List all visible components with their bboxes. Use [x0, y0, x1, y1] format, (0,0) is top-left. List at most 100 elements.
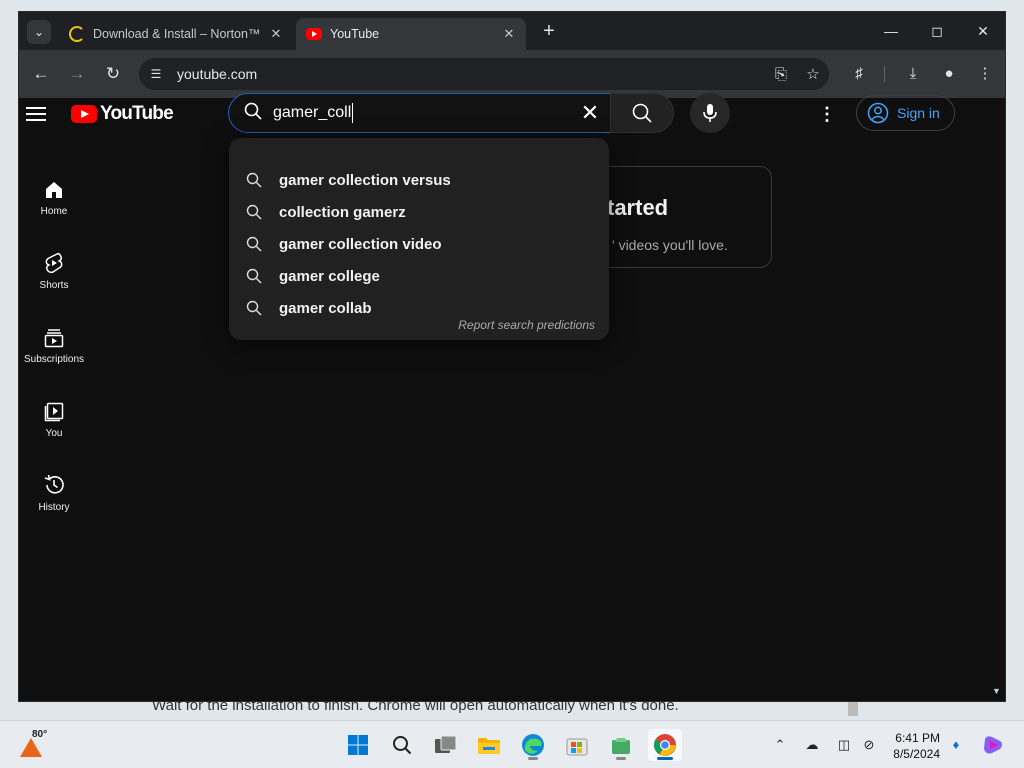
address-bar[interactable]: ☰ youtube.com ⎘ ☆: [139, 58, 829, 90]
show-hidden-icons-chevron-icon[interactable]: ⌃: [770, 735, 790, 755]
sidebar-item-home[interactable]: Home: [18, 174, 90, 234]
copilot-icon[interactable]: [982, 735, 1002, 755]
sidebar-item-label: You: [45, 428, 63, 439]
logo-text: YouTube: [100, 103, 174, 124]
file-explorer-button[interactable]: [472, 729, 506, 761]
search-icon: [246, 172, 262, 188]
search-suggestions-dropdown: gamer collection versus collection gamer…: [229, 138, 609, 340]
windows-taskbar: 80° ⌃ ☁ ◫ ⊘ 6:41 PM 8/5/2024 ♦: [0, 720, 1024, 768]
system-clock[interactable]: 6:41 PM 8/5/2024: [886, 730, 940, 762]
sidebar-item-label: Home: [40, 206, 68, 217]
clear-search-icon[interactable]: ✕: [570, 93, 610, 133]
chrome-icon: [654, 734, 676, 756]
search-icon: [246, 300, 262, 316]
search-icon: [393, 736, 412, 755]
maximize-button[interactable]: ◻: [922, 20, 952, 44]
suggestion-item[interactable]: gamer college: [229, 260, 609, 292]
volume-mute-icon[interactable]: ⊘: [859, 735, 879, 755]
reload-button[interactable]: ↻: [101, 62, 125, 86]
forward-button[interactable]: →: [65, 62, 89, 86]
windows-start-icon: [348, 735, 368, 755]
task-view-button[interactable]: [429, 729, 463, 761]
toolbar-divider: [884, 66, 885, 82]
close-window-button[interactable]: ✕: [968, 20, 998, 44]
subscriptions-icon: [44, 329, 64, 348]
folder-icon: [478, 738, 500, 754]
site-settings-icon[interactable]: ☰: [145, 63, 167, 85]
app-icon: [612, 738, 630, 754]
sidebar-item-label: History: [38, 502, 70, 513]
chrome-button[interactable]: [648, 729, 682, 761]
tab-title: Download & Install – Norton™: [93, 27, 261, 41]
text-caret: [352, 103, 354, 123]
chevron-down-icon: ⌄: [33, 25, 45, 39]
scroll-down-arrow-icon[interactable]: ▼: [992, 686, 1022, 696]
temperature-text: 80°: [32, 729, 48, 740]
suggestion-item[interactable]: collection gamerz: [229, 196, 609, 228]
suggestion-text: gamer collection video: [279, 235, 442, 253]
install-app-icon[interactable]: ⎘: [765, 66, 797, 83]
notification-bell-icon[interactable]: ♦: [946, 735, 966, 755]
sidebar-item-label: Subscriptions: [23, 354, 85, 365]
search-input[interactable]: gamer_coll ✕: [228, 93, 611, 133]
suggestion-item[interactable]: gamer collection video: [229, 228, 609, 260]
sidebar-item-history[interactable]: History: [18, 470, 90, 530]
minimize-button[interactable]: —: [876, 20, 906, 44]
running-indicator: [616, 757, 626, 760]
search-icon: [246, 204, 262, 220]
start-button[interactable]: [341, 729, 375, 761]
tab-youtube[interactable]: YouTube ✕: [296, 18, 526, 50]
search-icon: [233, 102, 273, 125]
youtube-logo[interactable]: YouTube: [71, 103, 174, 125]
store-icon: [566, 738, 588, 756]
bookmark-star-icon[interactable]: ☆: [797, 65, 829, 83]
home-icon: [46, 182, 62, 198]
youtube-favicon-icon: [306, 28, 322, 40]
tab-norton[interactable]: Download & Install – Norton™ ✕: [59, 18, 293, 50]
sidebar-item-subscriptions[interactable]: Subscriptions: [18, 322, 90, 382]
download-icon[interactable]: ⤓: [901, 62, 925, 86]
task-view-icon: [435, 735, 457, 753]
chrome-menu-icon[interactable]: ⋮: [973, 62, 997, 86]
sidebar-item-label: Shorts: [39, 280, 69, 291]
tab-strip: ⌄ Download & Install – Norton™ ✕ YouTube…: [19, 12, 1005, 50]
sidebar-item-you[interactable]: You: [18, 396, 90, 456]
new-tab-button[interactable]: +: [537, 20, 561, 44]
search-icon: [632, 103, 652, 123]
close-tab-icon[interactable]: ✕: [498, 26, 520, 42]
clock-date: 8/5/2024: [893, 747, 940, 761]
report-search-predictions-link[interactable]: Report search predictions: [458, 318, 595, 332]
display-icon[interactable]: ◫: [834, 735, 854, 755]
taskbar-search-button[interactable]: [385, 729, 419, 761]
voice-search-button[interactable]: [690, 93, 730, 133]
hamburger-menu-icon[interactable]: [24, 104, 48, 128]
app-button[interactable]: [604, 729, 638, 761]
clock-time: 6:41 PM: [895, 731, 940, 745]
sign-in-button[interactable]: Sign in: [856, 95, 955, 131]
shorts-icon: [45, 252, 63, 274]
back-button[interactable]: ←: [29, 62, 53, 86]
sidebar-item-shorts[interactable]: Shorts: [18, 248, 90, 308]
settings-more-icon[interactable]: ⋮: [817, 103, 837, 127]
suggestion-text: gamer collection versus: [279, 171, 451, 189]
tab-search-button[interactable]: ⌄: [27, 20, 51, 44]
tab-title: YouTube: [330, 27, 380, 41]
suggestion-item[interactable]: gamer collection versus: [229, 164, 609, 196]
loading-spinner-icon: [69, 26, 85, 42]
edge-browser-button[interactable]: [516, 729, 550, 761]
card-subtitle: ' videos you'll love.: [612, 237, 728, 253]
close-tab-icon[interactable]: ✕: [265, 26, 287, 42]
search-button[interactable]: [610, 93, 674, 133]
card-title: tarted: [607, 195, 669, 220]
sign-in-label: Sign in: [897, 105, 940, 121]
account-circle-icon: [867, 102, 889, 124]
suggestion-text: gamer college: [279, 267, 380, 285]
edge-icon: [522, 734, 544, 756]
youtube-play-icon: [71, 105, 97, 123]
profile-icon[interactable]: ●: [937, 62, 961, 86]
microsoft-store-button[interactable]: [560, 729, 594, 761]
search-query-text: gamer_coll: [273, 104, 352, 122]
network-offline-icon[interactable]: ☁: [802, 735, 822, 755]
extensions-icon[interactable]: ♯: [847, 62, 871, 86]
weather-widget[interactable]: 80°: [18, 729, 48, 761]
